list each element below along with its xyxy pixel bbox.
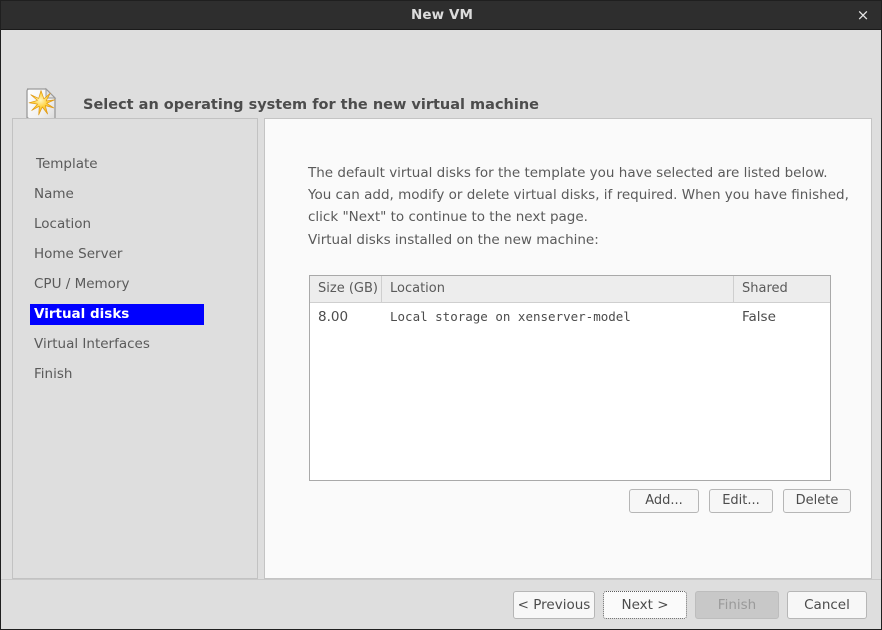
sidebar-item-name[interactable]: Name (30, 184, 80, 205)
edit-disk-button[interactable]: Edit... (709, 489, 773, 513)
header-banner: Select an operating system for the new v… (1, 30, 881, 127)
sidebar-item-location[interactable]: Location (30, 214, 97, 235)
disks-list-label: Virtual disks installed on the new machi… (308, 232, 599, 248)
sidebar-item-virtual-interfaces[interactable]: Virtual Interfaces (30, 334, 156, 355)
page-title: Select an operating system for the new v… (83, 97, 539, 113)
intro-line-3: click "Next" to continue to the next pag… (308, 209, 588, 225)
dialog-footer: < Previous Next > Finish Cancel (1, 579, 881, 629)
next-button[interactable]: Next > (603, 591, 687, 619)
content-panel: The default virtual disks for the templa… (264, 118, 872, 579)
add-disk-button[interactable]: Add... (629, 489, 699, 513)
sidebar-item-template[interactable]: Template (32, 154, 104, 175)
column-header-location[interactable]: Location (382, 276, 734, 302)
cancel-button[interactable]: Cancel (787, 591, 867, 619)
intro-line-2: You can add, modify or delete virtual di… (308, 187, 849, 203)
sidebar-item-home-server[interactable]: Home Server (30, 244, 128, 265)
previous-button[interactable]: < Previous (513, 591, 595, 619)
column-header-size[interactable]: Size (GB) (310, 276, 382, 302)
new-vm-dialog: New VM × Select an operating system for … (0, 0, 882, 630)
sidebar-item-virtual-disks[interactable]: Virtual disks (30, 304, 204, 325)
virtual-disks-table[interactable]: Size (GB) Location Shared 8.00 Local sto… (309, 275, 831, 481)
delete-disk-button[interactable]: Delete (783, 489, 851, 513)
sidebar-item-cpu-memory[interactable]: CPU / Memory (30, 274, 135, 295)
column-header-shared[interactable]: Shared (734, 276, 830, 302)
intro-text: The default virtual disks for the templa… (308, 162, 871, 228)
cell-size: 8.00 (318, 309, 349, 325)
wizard-step-list: Template Name Location Home Server CPU /… (12, 118, 258, 579)
close-icon[interactable]: × (843, 1, 881, 29)
table-row[interactable]: 8.00 Local storage on xenserver-model Fa… (310, 303, 830, 331)
cell-shared: False (742, 309, 776, 325)
finish-button: Finish (695, 591, 779, 619)
cell-location: Local storage on xenserver-model (390, 309, 631, 324)
table-action-buttons: Add... Edit... Delete (309, 489, 851, 513)
title-bar: New VM × (1, 1, 881, 30)
window-title: New VM (410, 7, 474, 23)
intro-line-1: The default virtual disks for the templa… (308, 165, 828, 181)
table-header-row: Size (GB) Location Shared (310, 276, 830, 303)
sidebar-item-finish[interactable]: Finish (30, 364, 78, 385)
